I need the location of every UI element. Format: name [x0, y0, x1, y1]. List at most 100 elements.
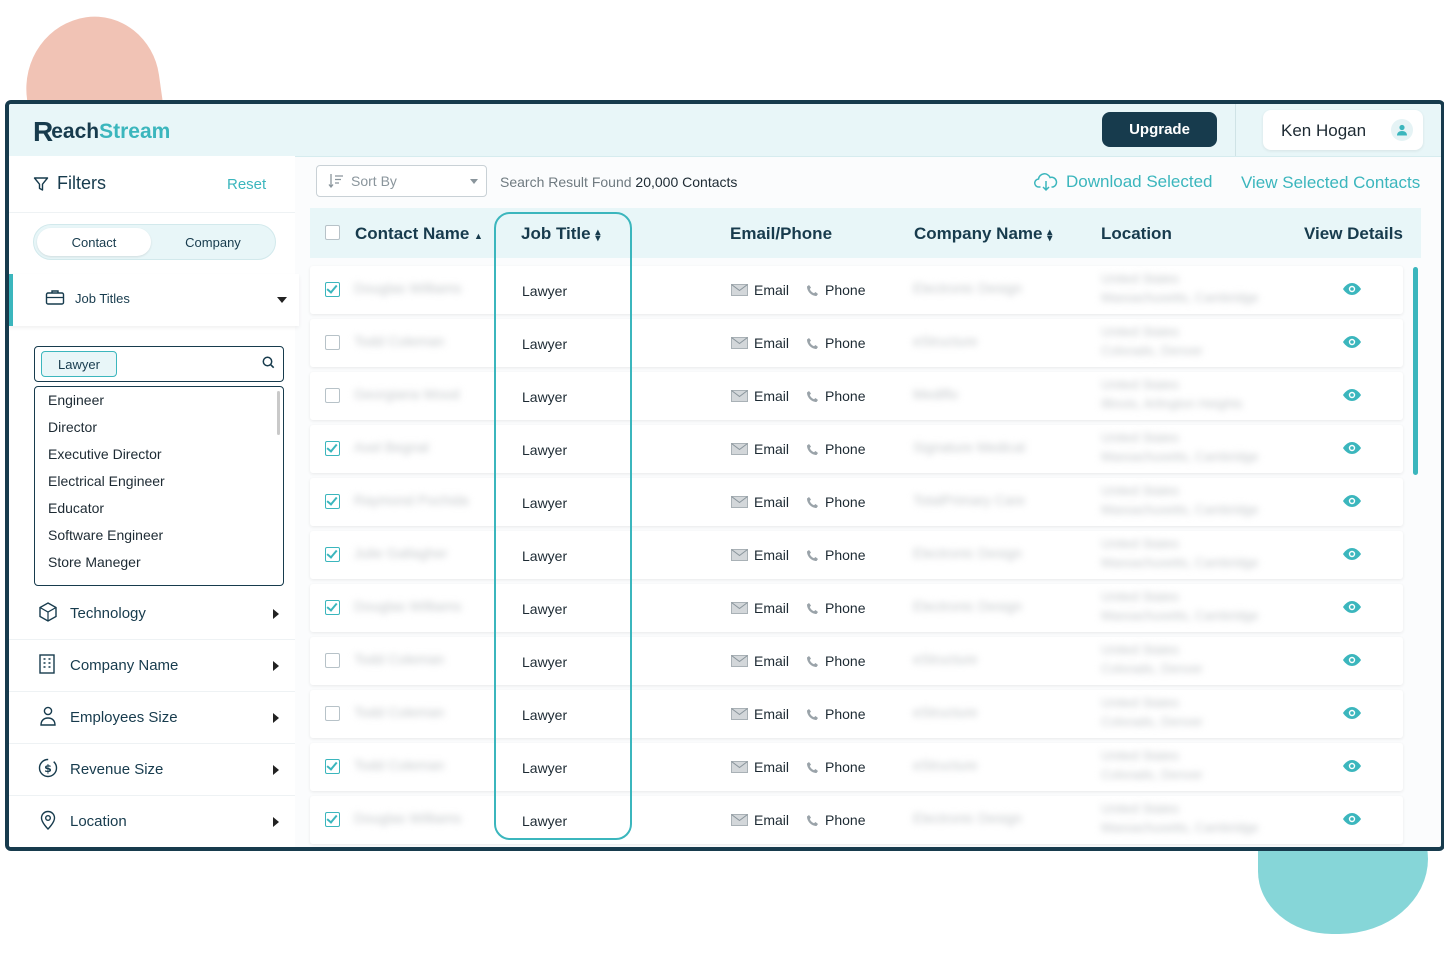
contact-name[interactable]: Todd Coleman — [354, 757, 444, 773]
contact-name[interactable]: Georgiana Wood — [354, 386, 460, 402]
email-link[interactable]: Email — [731, 494, 789, 510]
row-checkbox[interactable] — [325, 812, 340, 827]
contact-name[interactable]: Todd Coleman — [354, 651, 444, 667]
table-row[interactable]: Douglas Williams Lawyer Email Phone Electron… — [310, 796, 1403, 844]
view-details-eye-icon[interactable] — [1342, 600, 1362, 619]
reset-link[interactable]: Reset — [227, 176, 266, 193]
email-link[interactable]: Email — [731, 335, 789, 351]
filter-employees-size[interactable]: Employees Size — [9, 692, 295, 744]
email-link[interactable]: Email — [731, 282, 789, 298]
contact-name[interactable]: Todd Coleman — [354, 333, 444, 349]
row-checkbox[interactable] — [325, 759, 340, 774]
table-row[interactable]: Douglas Williams Lawyer Email Phone Electron… — [310, 584, 1403, 632]
user-menu[interactable]: Ken Hogan — [1263, 110, 1423, 150]
col-contact-name[interactable]: Contact Name ▲ — [355, 224, 483, 244]
view-selected-contacts-link[interactable]: View Selected Contacts — [1241, 173, 1420, 193]
filter-location[interactable]: Location — [9, 796, 295, 847]
options-scrollbar[interactable] — [277, 391, 280, 435]
table-row[interactable]: Todd Coleman Lawyer Email Phone eStructure Un… — [310, 319, 1403, 367]
company-name[interactable]: Electronic Design — [913, 545, 1022, 561]
select-all-checkbox[interactable] — [325, 225, 340, 240]
view-details-eye-icon[interactable] — [1342, 547, 1362, 566]
col-company-name[interactable]: Company Name ▴ ▾ — [914, 224, 1052, 244]
upgrade-button[interactable]: Upgrade — [1102, 112, 1217, 147]
table-row[interactable]: Julie Gallagher Lawyer Email Phone Electroni… — [310, 531, 1403, 579]
job-title-search-input[interactable]: Lawyer — [34, 346, 284, 382]
filter-company-name[interactable]: Company Name — [9, 640, 295, 692]
phone-link[interactable]: Phone — [806, 282, 865, 298]
table-row[interactable]: Todd Coleman Lawyer Email Phone eStructure Un… — [310, 743, 1403, 791]
row-checkbox[interactable] — [325, 653, 340, 668]
option-item[interactable]: Store Maneger — [48, 554, 141, 570]
search-icon[interactable] — [262, 356, 275, 374]
contact-name[interactable]: Raymond Pochida — [354, 492, 468, 508]
view-details-eye-icon[interactable] — [1342, 441, 1362, 460]
email-link[interactable]: Email — [731, 388, 789, 404]
company-name[interactable]: Signature Medical — [913, 439, 1025, 455]
phone-link[interactable]: Phone — [806, 600, 865, 616]
phone-link[interactable]: Phone — [806, 653, 865, 669]
row-checkbox[interactable] — [325, 335, 340, 350]
option-item[interactable]: Electrical Engineer — [48, 473, 165, 489]
phone-link[interactable]: Phone — [806, 335, 865, 351]
row-checkbox[interactable] — [325, 706, 340, 721]
email-link[interactable]: Email — [731, 600, 789, 616]
view-details-eye-icon[interactable] — [1342, 388, 1362, 407]
phone-link[interactable]: Phone — [806, 706, 865, 722]
col-job-title[interactable]: Job Title ▴ ▾ — [521, 224, 600, 244]
view-details-eye-icon[interactable] — [1342, 494, 1362, 513]
view-details-eye-icon[interactable] — [1342, 653, 1362, 672]
filter-technology[interactable]: Technology — [9, 588, 295, 640]
company-name[interactable]: Electronic Design — [913, 598, 1022, 614]
row-checkbox[interactable] — [325, 547, 340, 562]
view-details-eye-icon[interactable] — [1342, 759, 1362, 778]
view-details-eye-icon[interactable] — [1342, 335, 1362, 354]
table-row[interactable]: Raymond Pochida Lawyer Email Phone TotalPrim… — [310, 478, 1403, 526]
contact-name[interactable]: Douglas Williams — [354, 810, 461, 826]
contact-name[interactable]: Douglas Williams — [354, 280, 461, 296]
contact-name[interactable]: Todd Coleman — [354, 704, 444, 720]
table-row[interactable]: Todd Coleman Lawyer Email Phone eStructure Un… — [310, 690, 1403, 738]
email-link[interactable]: Email — [731, 547, 789, 563]
company-name[interactable]: Mediflo — [913, 386, 958, 402]
sort-by-select[interactable]: Sort By — [316, 165, 487, 197]
option-item[interactable]: Director — [48, 419, 97, 435]
email-link[interactable]: Email — [731, 812, 789, 828]
view-details-eye-icon[interactable] — [1342, 812, 1362, 831]
phone-link[interactable]: Phone — [806, 494, 865, 510]
company-name[interactable]: eStructure — [913, 704, 978, 720]
company-name[interactable]: TotalPrimary Care — [913, 492, 1025, 508]
view-details-eye-icon[interactable] — [1342, 282, 1362, 301]
phone-link[interactable]: Phone — [806, 759, 865, 775]
table-row[interactable]: Douglas Williams Lawyer Email Phone Electron… — [310, 266, 1403, 314]
email-link[interactable]: Email — [731, 706, 789, 722]
job-titles-filter[interactable]: Job Titles — [9, 274, 299, 326]
phone-link[interactable]: Phone — [806, 388, 865, 404]
table-scrollbar[interactable] — [1413, 267, 1418, 475]
phone-link[interactable]: Phone — [806, 812, 865, 828]
row-checkbox[interactable] — [325, 441, 340, 456]
download-selected-button[interactable]: Download Selected — [1034, 172, 1212, 192]
company-name[interactable]: Electronic Design — [913, 280, 1022, 296]
table-row[interactable]: Axel Begnal Lawyer Email Phone Signature Med… — [310, 425, 1403, 473]
contact-name[interactable]: Axel Begnal — [354, 439, 429, 455]
option-item[interactable]: Engineer — [48, 392, 104, 408]
row-checkbox[interactable] — [325, 388, 340, 403]
option-item[interactable]: Executive Director — [48, 446, 162, 462]
option-item[interactable]: Educator — [48, 500, 104, 516]
company-name[interactable]: Electronic Design — [913, 810, 1022, 826]
email-link[interactable]: Email — [731, 653, 789, 669]
phone-link[interactable]: Phone — [806, 441, 865, 457]
view-details-eye-icon[interactable] — [1342, 706, 1362, 725]
row-checkbox[interactable] — [325, 600, 340, 615]
row-checkbox[interactable] — [325, 494, 340, 509]
contact-name[interactable]: Douglas Williams — [354, 598, 461, 614]
option-item[interactable]: Software Engineer — [48, 527, 163, 543]
company-name[interactable]: eStructure — [913, 757, 978, 773]
selected-chip[interactable]: Lawyer — [41, 351, 117, 377]
company-name[interactable]: eStructure — [913, 333, 978, 349]
contact-name[interactable]: Julie Gallagher — [354, 545, 447, 561]
toggle-company[interactable]: Company — [156, 228, 270, 256]
toggle-contact[interactable]: Contact — [37, 228, 151, 256]
email-link[interactable]: Email — [731, 441, 789, 457]
